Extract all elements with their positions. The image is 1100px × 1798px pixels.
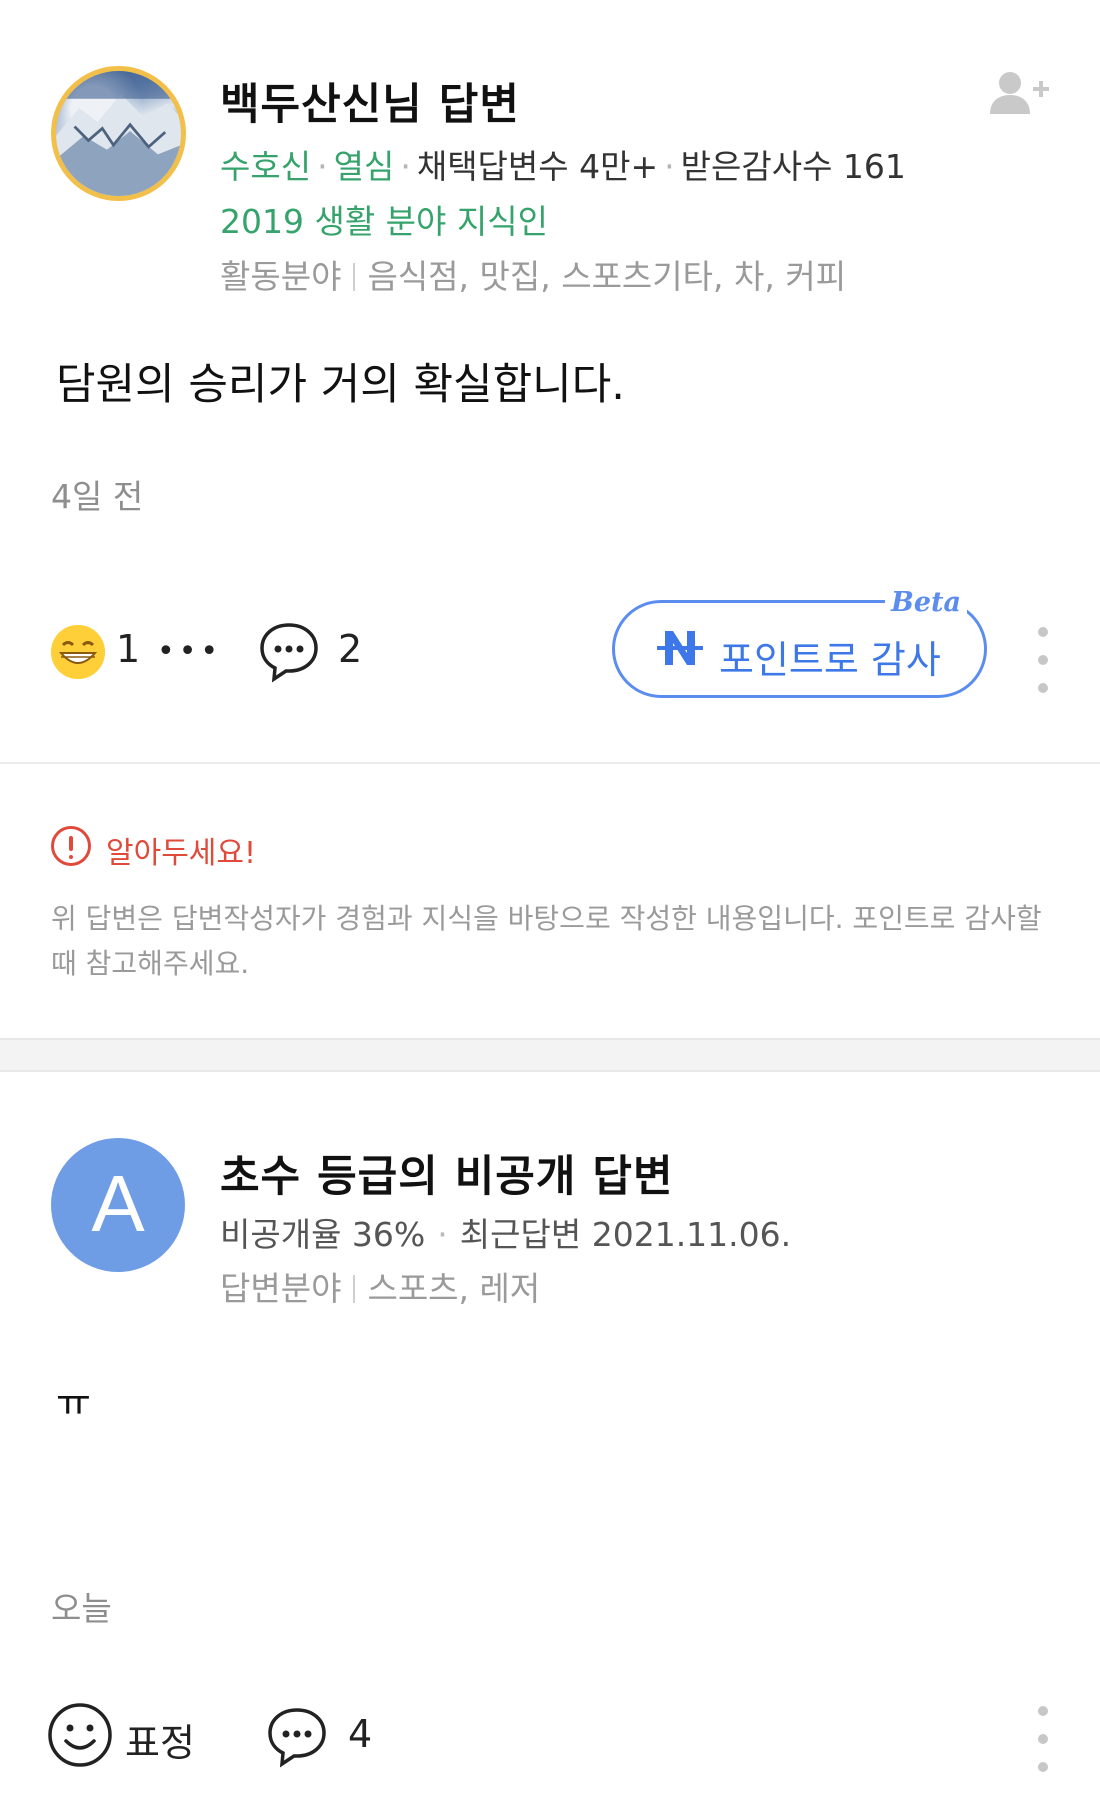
- thanks-count: 받은감사수 161: [680, 147, 906, 186]
- author-meta: 수호신 · 열심 · 채택답변수 4만+ · 받은감사수 161: [220, 147, 906, 186]
- activity-field: 활동분야 음식점, 맛집, 스포츠기타, 차, 커피: [220, 250, 846, 298]
- comment-count: 4: [348, 1712, 373, 1756]
- notice-box: 알아두세요! 위 답변은 답변작성자가 경험과 지식을 바탕으로 작성한 내용입…: [0, 768, 1100, 1038]
- field-values: 음식점, 맛집, 스포츠기타, 차, 커피: [367, 257, 847, 296]
- comment-count: 2: [338, 627, 363, 671]
- section-separator: [0, 1038, 1100, 1072]
- answer-card-1: 백두산신님 답변 수호신 · 열심 · 채택답변수 4만+ · 받은감사수 161 2019…: [0, 0, 1100, 765]
- grin-emoji-icon[interactable]: [51, 625, 105, 679]
- author-meta: 비공개율 36% · 최근답변 2021.11.06.: [220, 1215, 792, 1254]
- avatar-letter: A: [91, 1159, 145, 1248]
- avatar[interactable]: [51, 66, 186, 201]
- activity-level: 열심: [333, 147, 395, 186]
- answer-body: ㅠ: [56, 1381, 91, 1425]
- answer-actions: 1 ••• 2 포인트로 감사 Beta: [0, 587, 1100, 705]
- notice-title: 알아두세요!: [106, 836, 257, 871]
- answer-field: 답변분야 스포츠, 레저: [220, 1262, 540, 1310]
- answer-actions: 표정 4: [0, 1692, 1100, 1798]
- private-rate: 비공개율 36%: [220, 1215, 426, 1254]
- field-label: 활동분야: [220, 257, 342, 296]
- comment-icon[interactable]: [266, 1706, 328, 1768]
- field-label: 답변분야: [220, 1269, 342, 1308]
- author-name: 초수 등급의 비공개 답변: [220, 1152, 674, 1202]
- comment-icon[interactable]: [258, 621, 320, 683]
- more-reactions-button[interactable]: •••: [157, 637, 222, 667]
- answer-card-2: A 초수 등급의 비공개 답변 비공개율 36% · 최근답변 2021.11.06…: [0, 1072, 1100, 1798]
- point-button-label: 포인트로 감사: [719, 638, 941, 682]
- warning-icon: [51, 826, 91, 866]
- more-options-icon[interactable]: [1036, 627, 1050, 711]
- grade: 수호신: [220, 147, 312, 186]
- beta-badge: Beta: [885, 587, 967, 618]
- answer-time: 4일 전: [51, 477, 144, 516]
- field-values: 스포츠, 레저: [367, 1269, 541, 1308]
- notice-text: 위 답변은 답변작성자가 경험과 지식을 바탕으로 작성한 내용입니다. 포인트…: [51, 902, 1042, 980]
- recent-answer: 최근답변 2021.11.06.: [459, 1215, 792, 1254]
- add-friend-icon[interactable]: [990, 70, 1050, 118]
- adopted-count: 채택답변수 4만+: [416, 147, 659, 186]
- answer-time: 오늘: [51, 1589, 112, 1628]
- answer-body: 담원의 승리가 거의 확실합니다.: [56, 360, 625, 410]
- mountain-photo: [56, 71, 181, 196]
- author-name[interactable]: 백두산신님 답변: [220, 70, 520, 132]
- smile-icon[interactable]: [47, 1702, 113, 1768]
- avatar: A: [51, 1138, 185, 1272]
- reaction-count: 1: [116, 627, 141, 671]
- naver-n-icon: [657, 631, 703, 665]
- more-options-icon[interactable]: [1036, 1706, 1050, 1790]
- expert-badge: 2019 생활 분야 지식인: [220, 202, 548, 241]
- divider: [0, 762, 1100, 764]
- reaction-label[interactable]: 표정: [125, 1712, 195, 1767]
